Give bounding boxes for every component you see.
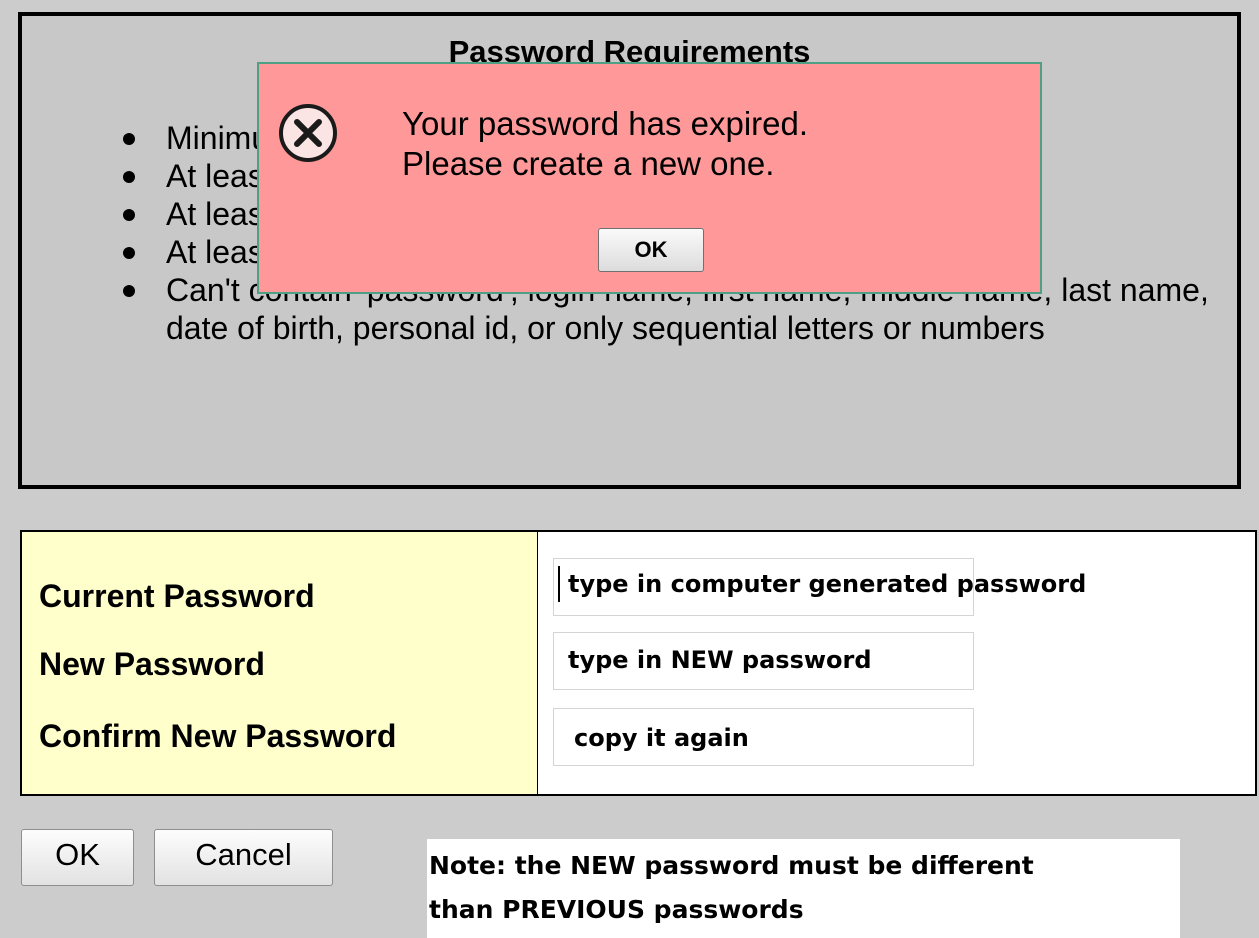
ok-button[interactable]: OK [21,829,134,886]
current-password-label: Current Password [39,578,315,614]
alert-message: Your password has expired. Please create… [402,104,808,184]
confirm-password-hint: copy it again [574,724,749,752]
change-password-form: Current Password New Password Confirm Ne… [20,530,1257,796]
alert-ok-button[interactable]: OK [598,228,704,272]
text-caret [558,566,560,602]
new-password-hint: type in NEW password [568,646,872,674]
note-line: Note: the NEW password must be different [429,851,1034,880]
form-labels-column: Current Password New Password Confirm Ne… [22,532,538,794]
cancel-button[interactable]: Cancel [154,829,333,886]
confirm-password-label: Confirm New Password [39,718,397,754]
alert-message-line: Your password has expired. [402,105,809,142]
note-line: than PREVIOUS passwords [429,895,804,924]
password-expired-alert: Your password has expired. Please create… [257,62,1042,294]
alert-message-line: Please create a new one. [402,145,775,182]
close-circle-icon [279,104,337,162]
current-password-hint: type in computer generated password [568,570,1087,598]
new-password-label: New Password [39,646,265,682]
password-note: Note: the NEW password must be different… [427,839,1180,938]
